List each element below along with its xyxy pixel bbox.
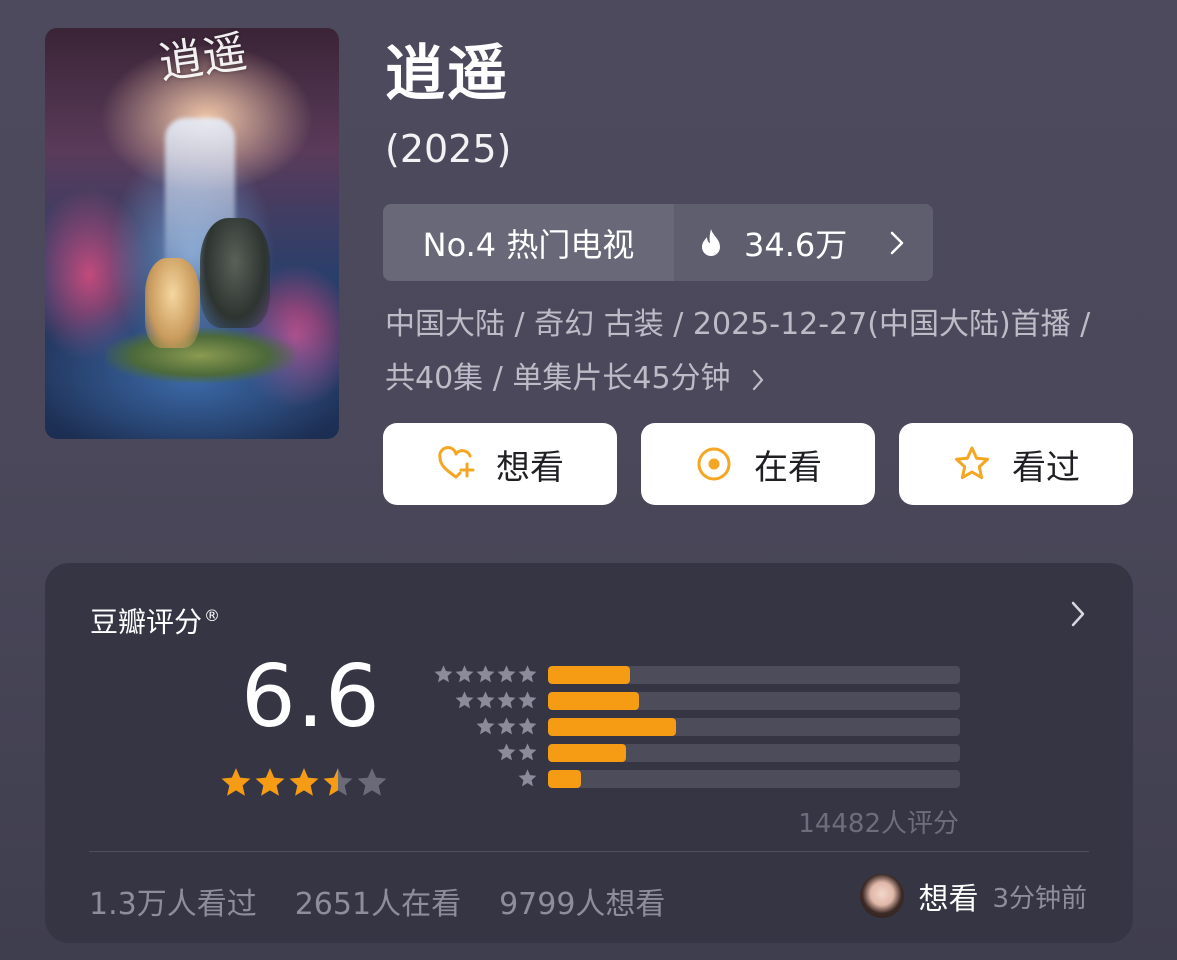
distribution-stars [475, 716, 538, 738]
distribution-stars [496, 742, 538, 764]
rating-star-icon [289, 768, 319, 796]
distribution-row [430, 714, 960, 740]
distribution-row [430, 688, 960, 714]
distribution-bar-track [548, 718, 960, 736]
distribution-row [430, 662, 960, 688]
small-star-icon [518, 769, 537, 787]
small-star-icon [455, 665, 474, 683]
heart-plus-icon [438, 446, 475, 479]
poster-figure-left [145, 258, 200, 348]
divider [89, 851, 1089, 852]
stats-row: 1.3万人看过 2651人在看 9799人想看 [89, 879, 703, 923]
small-star-icon [518, 665, 537, 683]
small-star-icon [497, 691, 516, 709]
ranking-box: No.4 热门电视 34.6万 [383, 204, 933, 281]
rating-star-icon [221, 768, 251, 796]
watched-label: 看过 [1012, 447, 1080, 488]
distribution-bar [548, 744, 627, 762]
poster-figure-right [200, 218, 270, 328]
meta-info-line2-text: 共40集 / 单集片长45分钟 [385, 361, 731, 396]
small-star-icon [497, 717, 516, 735]
poster-calligraphy: 逍遥 [155, 28, 251, 90]
stat-watched[interactable]: 1.3万人看过 [89, 887, 257, 922]
small-star-icon [497, 743, 516, 761]
rating-title-text: 豆瓣评分 [90, 605, 203, 639]
page-title: 逍遥 [385, 39, 509, 109]
small-star-icon [434, 665, 453, 683]
rating-stars [219, 766, 389, 800]
friend-activity[interactable]: 想看 3分钟前 [860, 874, 1087, 918]
friend-action: 想看 [918, 882, 979, 917]
distribution-row [430, 740, 960, 766]
registered-mark: ® [204, 606, 221, 625]
small-star-icon [518, 691, 537, 709]
stat-want[interactable]: 9799人想看 [499, 887, 665, 922]
rating-count: 14482人评分 [798, 809, 959, 839]
rating-star-icon [357, 768, 387, 796]
heat-button[interactable]: 34.6万 [674, 204, 933, 281]
watching-button[interactable]: 在看 [641, 423, 875, 505]
chevron-right-icon [752, 369, 764, 390]
star-outline-icon [955, 446, 989, 480]
target-icon [697, 447, 731, 481]
small-star-icon [476, 691, 495, 709]
meta-info-line2[interactable]: 共40集 / 单集片长45分钟 [385, 359, 764, 399]
distribution-bar [548, 692, 639, 710]
watching-label: 在看 [754, 447, 822, 488]
friend-time: 3分钟前 [992, 883, 1087, 914]
rank-label[interactable]: No.4 热门电视 [383, 204, 674, 281]
rating-card[interactable]: 豆瓣评分 ® 6.6 14482人评分 1.3万人看过 2651人在看 9799人想看… [45, 563, 1133, 943]
distribution-bar-track [548, 666, 960, 684]
watched-button[interactable]: 看过 [899, 423, 1133, 505]
distribution-bar-track [548, 770, 960, 788]
small-star-icon [455, 691, 474, 709]
small-star-icon [476, 717, 495, 735]
distribution-stars [517, 768, 538, 790]
stat-watching[interactable]: 2651人在看 [295, 887, 461, 922]
small-star-icon [518, 717, 537, 735]
rating-score: 6.6 [241, 647, 381, 747]
heat-value: 34.6万 [744, 225, 848, 264]
poster-image[interactable]: 逍遥 [45, 28, 339, 439]
distribution-bar [548, 770, 581, 788]
rating-star-icon [323, 768, 353, 796]
rating-title: 豆瓣评分 ® [90, 599, 220, 639]
distribution-bar [548, 666, 631, 684]
meta-info-line1: 中国大陆 / 奇幻 古装 / 2025-12-27(中国大陆)首播 / [385, 307, 1091, 342]
release-year: (2025) [385, 127, 512, 171]
want-to-watch-button[interactable]: 想看 [383, 423, 617, 505]
chevron-right-icon[interactable] [1071, 601, 1085, 627]
distribution-stars [433, 664, 538, 686]
small-star-icon [497, 665, 516, 683]
distribution-bar-track [548, 744, 960, 762]
avatar [860, 874, 905, 918]
flame-icon [702, 228, 720, 256]
distribution-bar [548, 718, 676, 736]
small-star-icon [476, 665, 495, 683]
want-label: 想看 [496, 447, 564, 488]
chevron-right-icon [890, 231, 904, 254]
distribution-row [430, 766, 960, 792]
rating-star-icon [255, 768, 285, 796]
distribution-bar-track [548, 692, 960, 710]
poster-island [105, 328, 295, 383]
distribution-stars [454, 690, 538, 712]
small-star-icon [518, 743, 537, 761]
